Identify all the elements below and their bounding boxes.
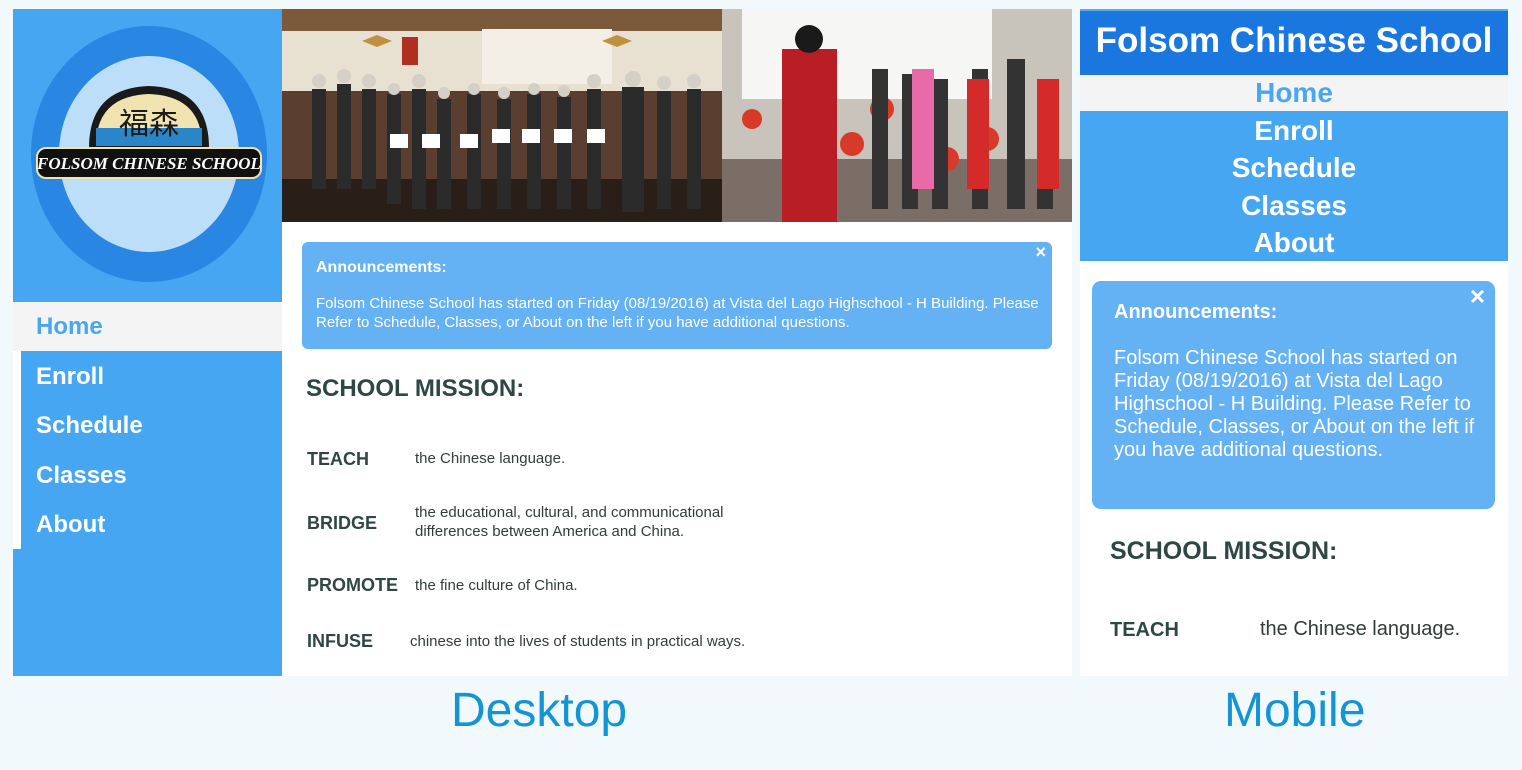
sidebar-item-classes[interactable]: Classes <box>21 451 282 500</box>
mission-key-teach: TEACH <box>1110 619 1179 641</box>
close-icon[interactable]: × <box>1035 242 1046 263</box>
caption-desktop: Desktop <box>451 684 628 737</box>
logo-chinese-text: 福森 <box>119 107 179 142</box>
sidebar-item-home[interactable]: Home <box>13 302 282 351</box>
mission-value-infuse: chinese into the lives of students in pr… <box>410 633 746 650</box>
mission-title: SCHOOL MISSION: <box>1110 537 1338 565</box>
sidebar: 福森 FOLSOM CHINESE SCHOOL Home Enroll Sch… <box>13 9 282 676</box>
mobile-nav-schedule[interactable]: Schedule <box>1080 150 1508 186</box>
announcement-title: Announcements: <box>1114 301 1278 323</box>
sidebar-item-schedule[interactable]: Schedule <box>21 401 282 450</box>
mobile-nav-about[interactable]: About <box>1080 225 1508 261</box>
announcement-box: Announcements: Folsom Chinese School has… <box>302 242 1052 349</box>
caption-mobile: Mobile <box>1224 684 1366 737</box>
sidebar-item-enroll[interactable]: Enroll <box>21 352 282 401</box>
logo-text: FOLSOM CHINESE SCHOOL <box>36 154 261 173</box>
sidebar-item-about[interactable]: About <box>21 500 282 549</box>
mission-value-teach: the Chinese language. <box>415 450 566 467</box>
mobile-nav-classes[interactable]: Classes <box>1080 188 1508 224</box>
banner-photo <box>282 9 1072 222</box>
mission-key-bridge: BRIDGE <box>307 513 378 533</box>
mobile-announcement-box: Announcements: Folsom Chinese School has… <box>1092 281 1495 509</box>
mobile-nav-home[interactable]: Home <box>1080 75 1508 111</box>
logo-badge: 福森 FOLSOM CHINESE SCHOOL <box>36 86 262 179</box>
mobile-nav-enroll[interactable]: Enroll <box>1080 113 1508 149</box>
mission-value-teach: the Chinese language. <box>1260 618 1461 640</box>
mission-value-bridge: the educational, cultural, and communica… <box>415 504 724 540</box>
announcement-body: Folsom Chinese School has started on Fri… <box>316 295 1039 331</box>
mission-key-teach: TEACH <box>307 449 369 469</box>
logo-area: 福森 FOLSOM CHINESE SCHOOL <box>13 9 282 302</box>
sidebar-strip <box>13 351 21 549</box>
mobile-header: Folsom Chinese School <box>1080 9 1508 75</box>
desktop-view: 福森 FOLSOM CHINESE SCHOOL Home Enroll Sch… <box>13 9 1072 676</box>
mobile-view: Folsom Chinese School Home Enroll Schedu… <box>1080 9 1508 676</box>
mission-key-promote: PROMOTE <box>307 575 399 595</box>
site-title[interactable]: Folsom Chinese School <box>1080 21 1508 61</box>
announcement-body: Folsom Chinese School has started on Fri… <box>1114 347 1475 461</box>
mission-title: SCHOOL MISSION: <box>306 375 525 402</box>
close-icon[interactable]: × <box>1470 281 1485 312</box>
mobile-nav: Enroll Schedule Classes About <box>1080 111 1508 261</box>
announcement-title: Announcements: <box>316 259 447 276</box>
mission-value-promote: the fine culture of China. <box>415 577 578 594</box>
mission-key-infuse: INFUSE <box>307 631 374 651</box>
